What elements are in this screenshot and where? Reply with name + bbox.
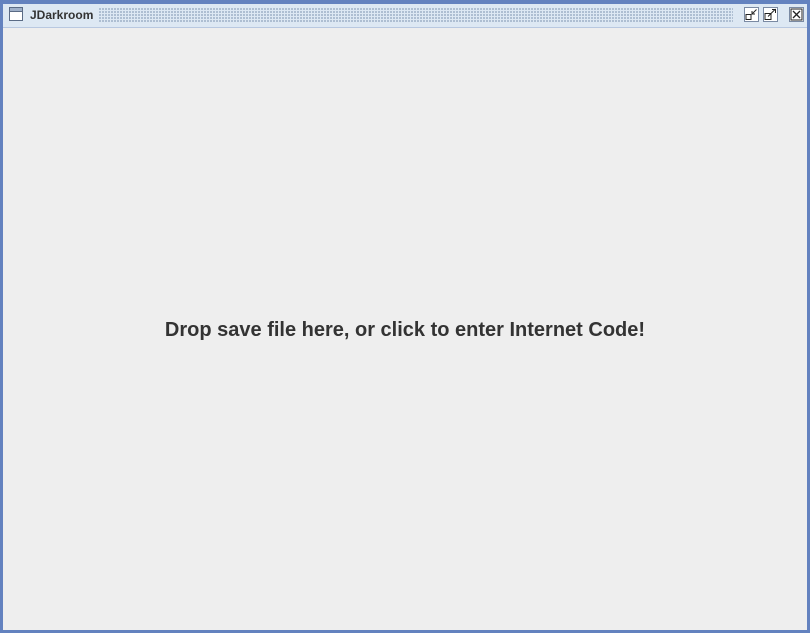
- close-icon: [790, 8, 803, 21]
- app-window: JDarkroom Drop save file here, or click …: [0, 0, 810, 633]
- title-bar[interactable]: JDarkroom: [3, 4, 807, 28]
- drop-message[interactable]: Drop save file here, or click to enter I…: [3, 318, 807, 342]
- maximize-button[interactable]: [763, 7, 778, 22]
- maximize-icon: [764, 8, 777, 21]
- iconify-icon: [745, 8, 758, 21]
- window-icon[interactable]: [9, 7, 23, 21]
- window-title: JDarkroom: [30, 8, 94, 22]
- drop-area[interactable]: Drop save file here, or click to enter I…: [3, 28, 807, 630]
- iconify-button[interactable]: [744, 7, 759, 22]
- title-bar-drag-area[interactable]: [99, 8, 733, 22]
- close-button[interactable]: [789, 7, 804, 22]
